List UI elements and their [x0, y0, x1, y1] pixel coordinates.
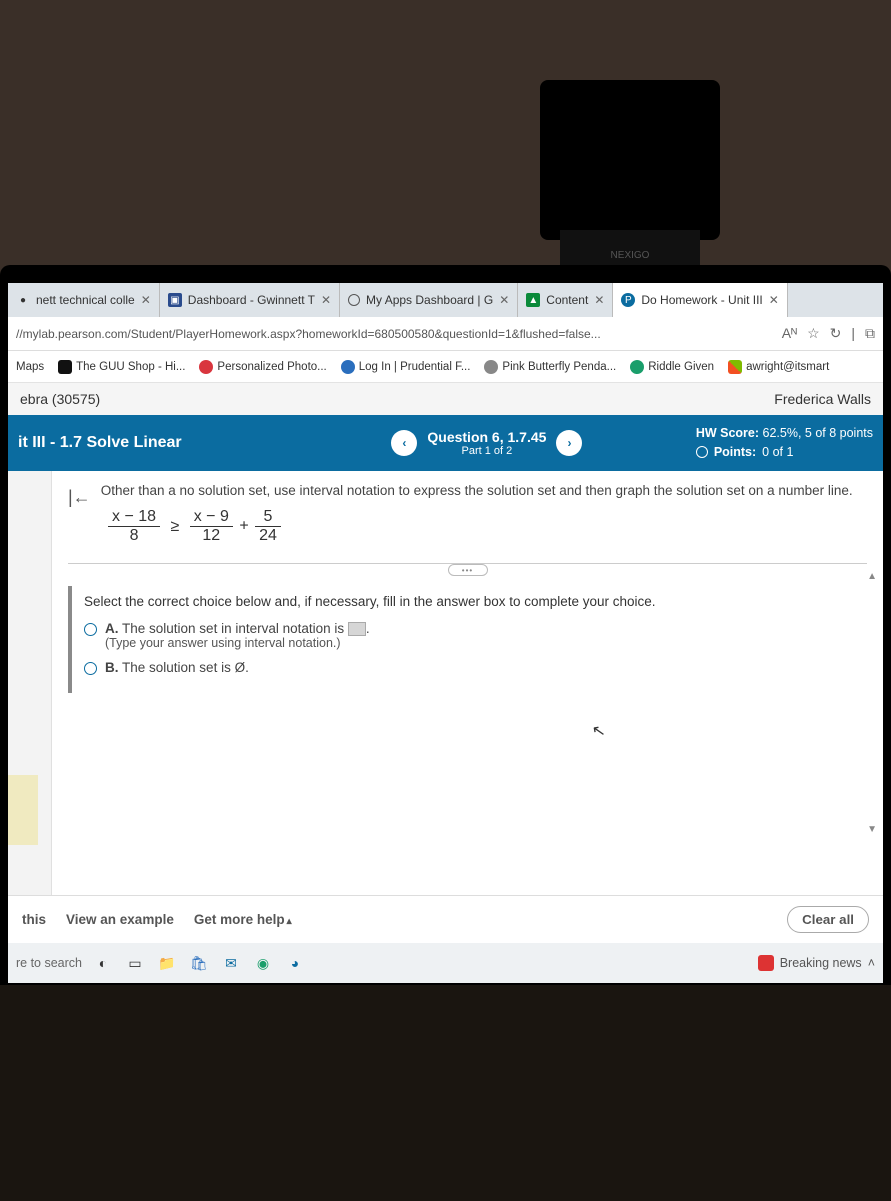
choice-block: Select the correct choice below and, if … [68, 586, 867, 693]
view-example-link[interactable]: View an example [66, 912, 174, 927]
bookmark-awright[interactable]: awright@itsmart [728, 360, 829, 374]
choice-b[interactable]: B. The solution set is Ø. [84, 660, 867, 675]
question-content: |← Other than a no solution set, use int… [52, 471, 883, 895]
answer-input[interactable] [348, 622, 366, 636]
refresh-icon[interactable]: ↻ [830, 325, 842, 342]
choice-a[interactable]: A. The solution set in interval notation… [84, 621, 867, 650]
tab-label: Dashboard - Gwinnett T [188, 293, 315, 307]
course-header: ebra (30575) Frederica Walls [8, 383, 883, 415]
radio-b[interactable] [84, 662, 97, 675]
tab-strip: ● nett technical colle ✕ ▣ Dashboard - G… [8, 283, 883, 317]
question-footer: this View an example Get more help▴ Clea… [8, 895, 883, 943]
url-actions: Aᴺ ☆ ↻ | ⧉ [782, 325, 875, 342]
question-area: |← Other than a no solution set, use int… [8, 471, 883, 895]
get-more-help-link[interactable]: Get more help▴ [194, 912, 292, 927]
taskbar-search[interactable]: re to search [16, 956, 82, 970]
bookmark-icon [341, 360, 355, 374]
assignment-title: it III - 1.7 Solve Linear [18, 434, 278, 452]
bookmark-icon [630, 360, 644, 374]
bookmark-icon [58, 360, 72, 374]
favorite-star-icon[interactable]: ☆ [807, 325, 820, 342]
monitor-frame: ● nett technical colle ✕ ▣ Dashboard - G… [0, 265, 891, 985]
highlight-marker [8, 775, 38, 845]
tab-technical-college[interactable]: ● nett technical colle ✕ [8, 283, 160, 317]
breaking-news-label[interactable]: Breaking news [780, 956, 862, 970]
room-background [0, 0, 891, 280]
bookmark-icon [199, 360, 213, 374]
mouse-cursor-icon: ↖ [590, 720, 607, 742]
desk-area [0, 985, 891, 1201]
progress-circle-icon [696, 446, 708, 458]
bookmark-personalized-photo[interactable]: Personalized Photo... [199, 360, 326, 374]
tab-content[interactable]: ▲ Content ✕ [518, 283, 613, 317]
store-icon[interactable]: 🛍 [188, 952, 210, 974]
scroll-down-icon[interactable]: ▼ [867, 824, 877, 835]
microsoft-icon [728, 360, 742, 374]
favicon: ▲ [526, 293, 540, 307]
tab-label: Do Homework - Unit III [641, 293, 762, 307]
close-icon[interactable]: ✕ [769, 293, 779, 307]
bookmark-icon [484, 360, 498, 374]
tab-label: nett technical colle [36, 293, 135, 307]
question-prompt: Other than a no solution set, use interv… [68, 483, 867, 498]
bookmark-pink-butterfly[interactable]: Pink Butterfly Penda... [484, 360, 616, 374]
file-explorer-icon[interactable]: 📁 [156, 952, 178, 974]
tab-my-apps[interactable]: My Apps Dashboard | G ✕ [340, 283, 518, 317]
taskbar-icons: ◐ ▭ 📁 🛍 ✉ ◉ ◕ [92, 952, 306, 974]
select-prompt: Select the correct choice below and, if … [84, 594, 867, 609]
expand-handle[interactable]: ••• [448, 564, 488, 576]
favicon: ● [16, 293, 30, 307]
cortana-icon[interactable]: ◐ [92, 952, 114, 974]
screen: ● nett technical colle ✕ ▣ Dashboard - G… [8, 283, 883, 983]
close-icon[interactable]: ✕ [499, 293, 509, 307]
next-question-button[interactable]: › [556, 430, 582, 456]
favicon [348, 294, 360, 306]
bookmark-prudential[interactable]: Log In | Prudential F... [341, 360, 471, 374]
close-icon[interactable]: ✕ [321, 293, 331, 307]
bookmark-riddle-given[interactable]: Riddle Given [630, 360, 714, 374]
score-block: HW Score: 62.5%, 5 of 8 points Points: 0… [696, 424, 873, 462]
favicon: ▣ [168, 293, 182, 307]
inequality-expression: x − 188 ≥ x − 912 + 524 [106, 508, 867, 545]
assignment-bar: it III - 1.7 Solve Linear ‹ Question 6, … [8, 415, 883, 471]
outlook-icon[interactable]: ✉ [220, 952, 242, 974]
bookmark-guu-shop[interactable]: The GUU Shop - Hi... [58, 360, 185, 374]
tab-label: Content [546, 293, 588, 307]
taskbar-right: Breaking news ˄ [758, 955, 875, 971]
app-icon[interactable]: ◉ [252, 952, 274, 974]
bookmarks-bar: Maps The GUU Shop - Hi... Personalized P… [8, 351, 883, 383]
edge-icon[interactable]: ◕ [284, 952, 306, 974]
choice-a-hint: (Type your answer using interval notatio… [105, 636, 370, 650]
clear-all-button[interactable]: Clear all [787, 906, 869, 933]
task-view-icon[interactable]: ▭ [124, 952, 146, 974]
chevron-up-icon[interactable]: ˄ [868, 956, 875, 970]
url-text: //mylab.pearson.com/Student/PlayerHomewo… [16, 327, 774, 341]
left-gutter [8, 471, 52, 895]
chevron-up-icon: ▴ [287, 916, 292, 927]
tab-dashboard-gwinnett[interactable]: ▣ Dashboard - Gwinnett T ✕ [160, 283, 340, 317]
prev-question-button[interactable]: ‹ [391, 430, 417, 456]
radio-a[interactable] [84, 623, 97, 636]
scroll-up-icon[interactable]: ▲ [867, 571, 877, 582]
part-label: Part 1 of 2 [427, 445, 546, 457]
webcam [540, 80, 720, 240]
course-name: ebra (30575) [20, 391, 100, 407]
student-name: Frederica Walls [774, 391, 871, 407]
windows-taskbar: re to search ◐ ▭ 📁 🛍 ✉ ◉ ◕ Breaking news… [8, 943, 883, 983]
address-bar[interactable]: //mylab.pearson.com/Student/PlayerHomewo… [8, 317, 883, 351]
help-this-link[interactable]: this [22, 912, 46, 927]
divider: | [851, 325, 855, 342]
news-icon[interactable] [758, 955, 774, 971]
close-icon[interactable]: ✕ [141, 293, 151, 307]
question-label: Question 6, 1.7.45 [427, 429, 546, 445]
tab-do-homework[interactable]: P Do Homework - Unit III ✕ [613, 283, 787, 317]
split-screen-icon[interactable]: ⧉ [865, 325, 875, 342]
tab-label: My Apps Dashboard | G [366, 293, 493, 307]
question-nav: ‹ Question 6, 1.7.45 Part 1 of 2 › [278, 429, 696, 457]
bookmark-maps[interactable]: Maps [16, 361, 44, 373]
close-icon[interactable]: ✕ [594, 293, 604, 307]
collapse-icon[interactable]: |← [68, 487, 91, 508]
favicon: P [621, 293, 635, 307]
reader-mode-icon[interactable]: Aᴺ [782, 325, 797, 342]
